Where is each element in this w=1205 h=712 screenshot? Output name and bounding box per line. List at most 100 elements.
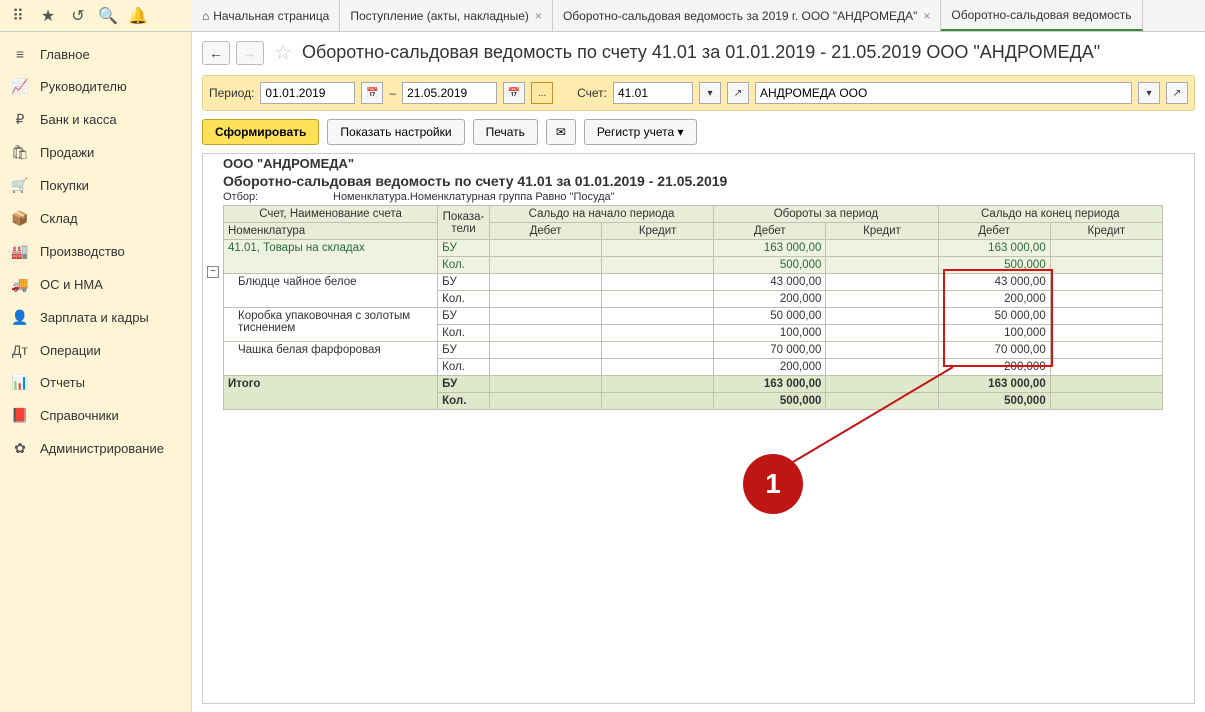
sidebar-item-0[interactable]: ≡Главное bbox=[0, 38, 191, 70]
table-cell: 163 000,00 bbox=[938, 240, 1050, 257]
tab-label: Оборотно-сальдовая ведомость bbox=[951, 8, 1131, 22]
hdr-indicators: Показа- тели bbox=[438, 206, 490, 240]
table-cell bbox=[489, 376, 601, 393]
sidebar-label: Зарплата и кадры bbox=[40, 310, 149, 325]
show-settings-button[interactable]: Показать настройки bbox=[327, 119, 464, 145]
table-cell bbox=[489, 274, 601, 291]
star-icon[interactable]: ★ bbox=[34, 2, 62, 30]
table-cell bbox=[602, 393, 714, 410]
account-dropdown-icon[interactable]: ▾ bbox=[699, 82, 721, 104]
table-cell: 43 000,00 bbox=[714, 274, 826, 291]
history-icon[interactable]: ↺ bbox=[64, 2, 92, 30]
sidebar-label: Банк и касса bbox=[40, 112, 117, 127]
org-dropdown-icon[interactable]: ▾ bbox=[1138, 82, 1160, 104]
sidebar-icon: ✿ bbox=[10, 440, 30, 457]
table-cell bbox=[1050, 325, 1162, 342]
organization-input[interactable] bbox=[755, 82, 1132, 104]
sidebar-item-3[interactable]: 🛍Продажи bbox=[0, 136, 191, 169]
table-cell: Коробка упаковочная с золотым тиснением bbox=[224, 308, 438, 342]
table-row: ИтогоБУ163 000,00163 000,00 bbox=[224, 376, 1163, 393]
table-cell bbox=[826, 308, 938, 325]
sidebar-label: ОС и НМА bbox=[40, 277, 103, 292]
calendar-from-icon[interactable]: 📅 bbox=[361, 82, 383, 104]
tab-close-icon[interactable]: × bbox=[535, 9, 542, 23]
bell-icon[interactable]: 🔔 bbox=[124, 2, 152, 30]
back-button[interactable]: ← bbox=[202, 41, 230, 65]
table-cell bbox=[826, 325, 938, 342]
report-title: Оборотно-сальдовая ведомость по счету 41… bbox=[223, 173, 1192, 189]
sidebar-item-6[interactable]: 🏭Производство bbox=[0, 235, 191, 268]
table-cell bbox=[489, 240, 601, 257]
sidebar-item-11[interactable]: 📕Справочники bbox=[0, 399, 191, 432]
table-cell: 163 000,00 bbox=[714, 240, 826, 257]
table-cell bbox=[602, 308, 714, 325]
forward-button[interactable]: → bbox=[236, 41, 264, 65]
sidebar-item-7[interactable]: 🚚 ОС и НМА bbox=[0, 268, 191, 301]
sidebar-item-4[interactable]: 🛒Покупки bbox=[0, 169, 191, 202]
date-from-input[interactable] bbox=[260, 82, 355, 104]
period-picker-button[interactable]: ... bbox=[531, 82, 553, 104]
print-button[interactable]: Печать bbox=[473, 119, 538, 145]
tab-label: Поступление (акты, накладные) bbox=[350, 9, 529, 23]
sidebar-icon: ≡ bbox=[10, 46, 30, 62]
sidebar-item-9[interactable]: ДтОперации bbox=[0, 334, 191, 366]
hdr-credit-1: Кредит bbox=[602, 223, 714, 240]
sidebar-item-5[interactable]: 📦Склад bbox=[0, 202, 191, 235]
account-open-icon[interactable]: ↗ bbox=[727, 82, 749, 104]
tab-2[interactable]: Оборотно-сальдовая ведомость за 2019 г. … bbox=[553, 0, 941, 31]
hdr-credit-2: Кредит bbox=[826, 223, 938, 240]
email-button[interactable]: ✉ bbox=[546, 119, 576, 145]
generate-button[interactable]: Сформировать bbox=[202, 119, 319, 145]
apps-icon[interactable]: ⠿ bbox=[4, 2, 32, 30]
table-cell bbox=[602, 342, 714, 359]
sidebar-item-10[interactable]: 📊Отчеты bbox=[0, 366, 191, 399]
table-cell: Чашка белая фарфоровая bbox=[224, 342, 438, 376]
sidebar-item-12[interactable]: ✿Администрирование bbox=[0, 432, 191, 465]
table-cell: Кол. bbox=[438, 325, 490, 342]
table-cell bbox=[489, 308, 601, 325]
report-org: ООО "АНДРОМЕДА" bbox=[223, 156, 1192, 171]
table-cell: Кол. bbox=[438, 291, 490, 308]
table-cell: 500,000 bbox=[714, 393, 826, 410]
tab-1[interactable]: Поступление (акты, накладные) × bbox=[340, 0, 553, 31]
table-cell bbox=[1050, 359, 1162, 376]
tab-3[interactable]: Оборотно-сальдовая ведомость bbox=[941, 0, 1142, 31]
account-input[interactable] bbox=[613, 82, 693, 104]
table-cell bbox=[826, 257, 938, 274]
tab-close-icon[interactable]: × bbox=[923, 9, 930, 23]
table-row: 41.01, Товары на складахБУ163 000,00163 … bbox=[224, 240, 1163, 257]
table-cell: 200,000 bbox=[938, 359, 1050, 376]
org-open-icon[interactable]: ↗ bbox=[1166, 82, 1188, 104]
search-icon[interactable]: 🔍 bbox=[94, 2, 122, 30]
table-cell: БУ bbox=[438, 240, 490, 257]
params-bar: Период: 📅 – 📅 ... Счет: ▾ ↗ ▾ ↗ bbox=[202, 75, 1195, 111]
sidebar-item-2[interactable]: ₽Банк и касса bbox=[0, 103, 191, 136]
sidebar-icon: 🚚 bbox=[10, 276, 30, 293]
table-cell: 41.01, Товары на складах bbox=[224, 240, 438, 274]
tree-collapse-icon[interactable]: − bbox=[207, 266, 219, 278]
sidebar-icon: Дт bbox=[10, 342, 30, 358]
sidebar-item-8[interactable]: 👤Зарплата и кадры bbox=[0, 301, 191, 334]
table-cell bbox=[602, 274, 714, 291]
hdr-name2: Номенклатура bbox=[224, 223, 438, 240]
sidebar-item-1[interactable]: 📈Руководителю bbox=[0, 70, 191, 103]
tab-0[interactable]: ⌂Начальная страница bbox=[192, 0, 340, 31]
sidebar-label: Покупки bbox=[40, 178, 89, 193]
table-cell: 70 000,00 bbox=[938, 342, 1050, 359]
table-cell bbox=[826, 291, 938, 308]
table-cell: БУ bbox=[438, 376, 490, 393]
favorite-star-icon[interactable]: ☆ bbox=[274, 40, 292, 65]
table-cell bbox=[1050, 291, 1162, 308]
table-cell bbox=[826, 359, 938, 376]
calendar-to-icon[interactable]: 📅 bbox=[503, 82, 525, 104]
table-cell: 200,000 bbox=[714, 359, 826, 376]
toolbar: Сформировать Показать настройки Печать ✉… bbox=[202, 119, 1195, 145]
table-cell: 100,000 bbox=[938, 325, 1050, 342]
hdr-debit-1: Дебет bbox=[489, 223, 601, 240]
table-row: Коробка упаковочная с золотым тиснениемБ… bbox=[224, 308, 1163, 325]
register-button[interactable]: Регистр учета ▾ bbox=[584, 119, 697, 145]
table-cell: БУ bbox=[438, 308, 490, 325]
date-to-input[interactable] bbox=[402, 82, 497, 104]
table-cell: 50 000,00 bbox=[714, 308, 826, 325]
sidebar-icon: 📈 bbox=[10, 78, 30, 95]
